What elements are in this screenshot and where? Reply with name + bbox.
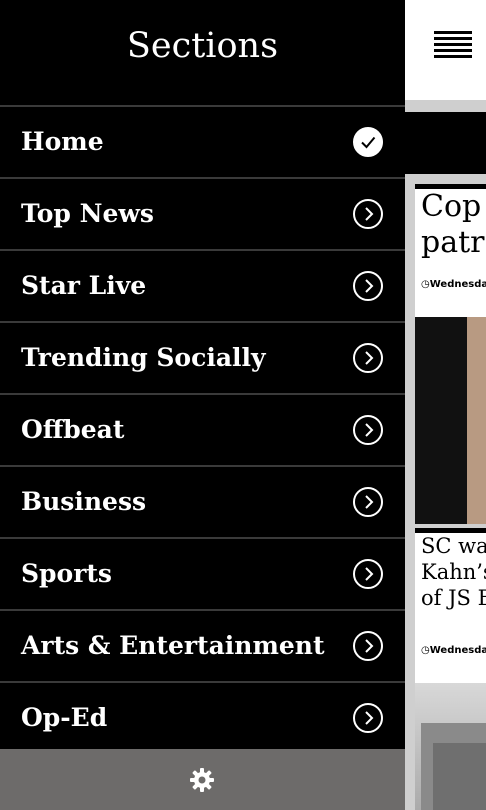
clock-icon: ◷	[421, 645, 430, 656]
sidebar-item-label: Business	[21, 487, 147, 516]
section-bar	[405, 112, 486, 174]
sidebar-item-label: Offbeat	[21, 415, 125, 444]
sidebar-item-label: Top News	[21, 199, 154, 228]
article-date: ◷Wednesday	[415, 645, 486, 656]
article-title-line: of JS B	[421, 586, 486, 610]
article-card[interactable]: Cop l patro ◷Wednesday	[415, 184, 486, 524]
article-title-line: patro	[421, 225, 486, 260]
sidebar-item-star-live[interactable]: Star Live	[0, 249, 405, 321]
sections-menu: Home Top News Star Live Trending Sociall…	[0, 105, 405, 751]
sidebar-item-label: Star Live	[21, 271, 147, 300]
sidebar-item-op-ed[interactable]: Op-Ed	[0, 681, 405, 751]
article-date-text: Wednesday	[429, 645, 486, 656]
chevron-right-circle-icon	[353, 703, 383, 733]
sidebar-item-top-news[interactable]: Top News	[0, 177, 405, 249]
chevron-right-circle-icon	[353, 487, 383, 517]
chevron-right-circle-icon	[353, 271, 383, 301]
clock-icon: ◷	[421, 279, 430, 290]
chevron-right-circle-icon	[353, 199, 383, 229]
sidebar-item-trending-socially[interactable]: Trending Socially	[0, 321, 405, 393]
drawer-footer	[0, 749, 405, 810]
article-title-line: Cop l	[421, 189, 486, 224]
sidebar-item-business[interactable]: Business	[0, 465, 405, 537]
sections-drawer: Sections Home Top News Star Live Trendin…	[0, 0, 405, 810]
gear-icon[interactable]	[189, 767, 215, 793]
hamburger-icon[interactable]	[434, 31, 472, 65]
article-image	[415, 317, 486, 524]
article-image	[415, 683, 486, 810]
drawer-title: Sections	[126, 26, 279, 66]
article-date: ◷Wednesday	[415, 279, 486, 290]
sidebar-item-label: Arts & Entertainment	[21, 631, 325, 660]
article-card[interactable]: SC war Kahn’s of JS B ◷Wednesday	[415, 528, 486, 810]
app-header	[405, 0, 486, 100]
check-circle-icon	[353, 127, 383, 157]
article-date-text: Wednesday	[429, 279, 486, 290]
sidebar-item-sports[interactable]: Sports	[0, 537, 405, 609]
sidebar-item-label: Sports	[21, 559, 113, 588]
sidebar-item-offbeat[interactable]: Offbeat	[0, 393, 405, 465]
article-title-line: Kahn’s	[421, 560, 486, 584]
article-title-line: SC war	[421, 534, 486, 558]
sidebar-item-arts-entertainment[interactable]: Arts & Entertainment	[0, 609, 405, 681]
chevron-right-circle-icon	[353, 559, 383, 589]
chevron-right-circle-icon	[353, 343, 383, 373]
chevron-right-circle-icon	[353, 631, 383, 661]
sidebar-item-label: Op-Ed	[21, 703, 108, 732]
sidebar-item-home[interactable]: Home	[0, 105, 405, 177]
chevron-right-circle-icon	[353, 415, 383, 445]
sidebar-item-label: Home	[21, 127, 104, 156]
background-app: Cop l patro ◷Wednesday SC war Kahn’s of …	[405, 0, 486, 810]
sidebar-item-label: Trending Socially	[21, 343, 266, 372]
